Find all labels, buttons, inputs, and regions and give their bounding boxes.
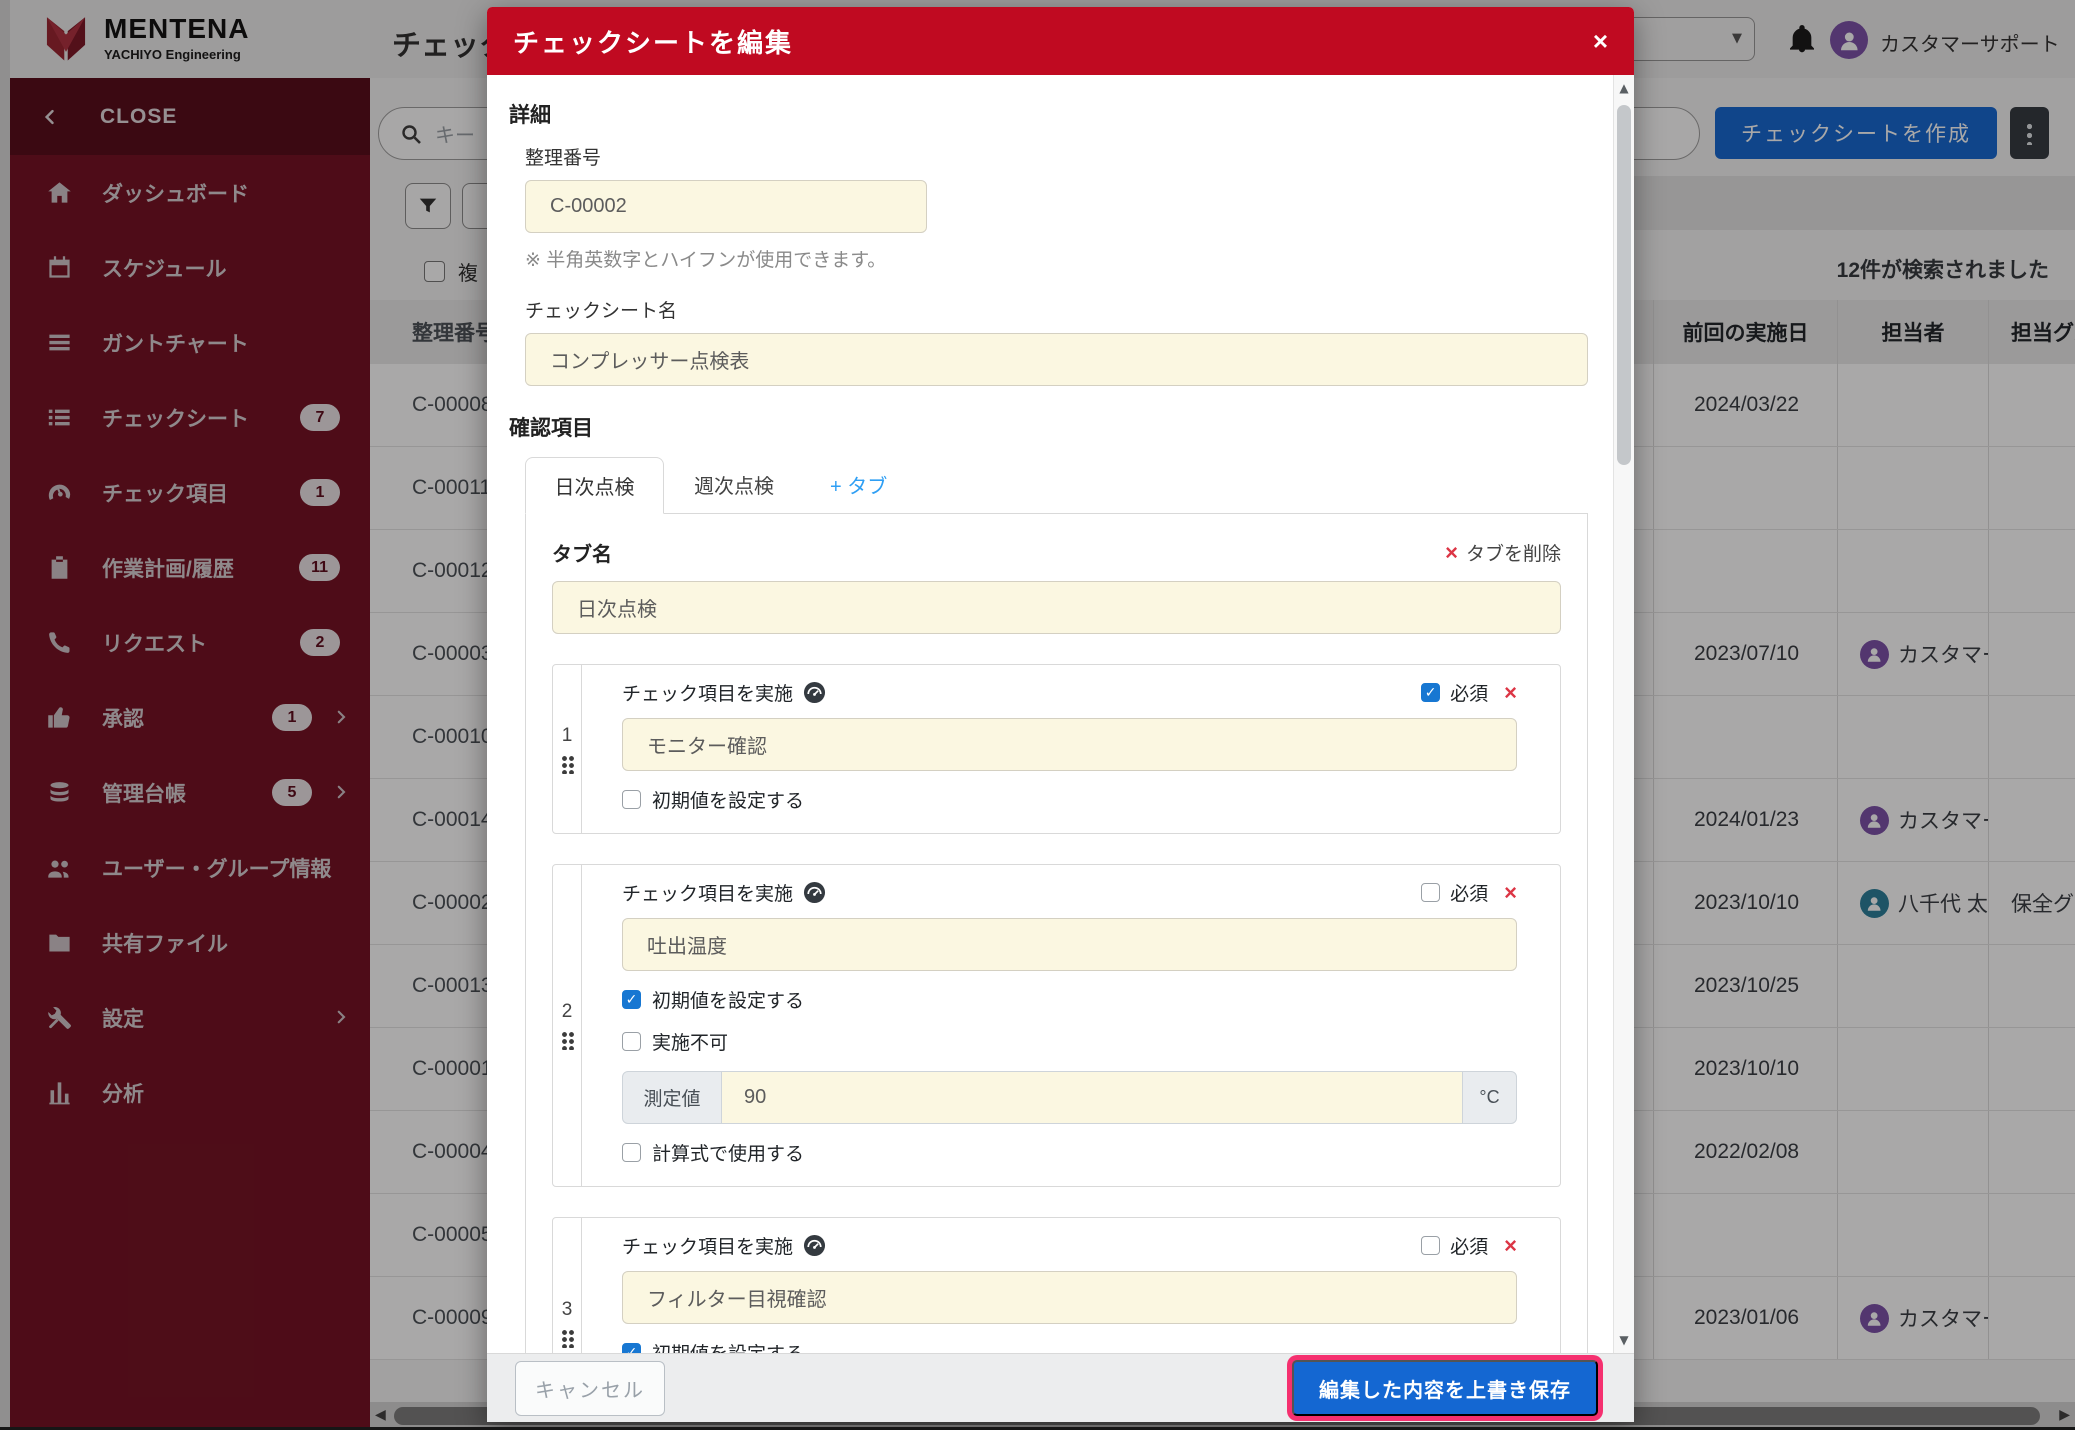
item-type-label: チェック項目を実施 bbox=[622, 1237, 794, 1258]
modal-body: 詳細 整理番号 C-00002 ※ 半角英数字とハイフンが使用できます。 チェッ… bbox=[487, 75, 1634, 1353]
required-checkbox[interactable] bbox=[1421, 1236, 1441, 1255]
id-note: ※ 半角英数字とハイフンが使用できます。 bbox=[525, 250, 887, 271]
modal-scrollbar[interactable]: ▲ ▼ bbox=[1613, 75, 1634, 1353]
drag-handle-icon[interactable] bbox=[560, 1328, 574, 1348]
modal-tabs: 日次点検 週次点検 + タブ bbox=[525, 456, 1589, 514]
modal-header: チェックシートを編集 × bbox=[487, 7, 1634, 75]
delete-item-icon[interactable]: × bbox=[1504, 881, 1517, 904]
item-number: 2 bbox=[561, 1001, 573, 1022]
id-label: 整理番号 bbox=[525, 148, 602, 169]
initial-value-checkbox[interactable] bbox=[622, 790, 641, 809]
measure-value-group: 測定値 90 °C bbox=[622, 1071, 1517, 1124]
delete-tab-link[interactable]: × タブを削除 bbox=[1445, 539, 1561, 566]
measure-unit: °C bbox=[1462, 1071, 1517, 1124]
item-number: 3 bbox=[561, 1298, 573, 1320]
close-icon[interactable]: × bbox=[1593, 28, 1608, 54]
app-screen: MENTENA YACHIYO Engineering チェックシート ▼ カス… bbox=[0, 0, 2075, 1430]
modal-title: チェックシートを編集 bbox=[513, 27, 794, 58]
add-tab-link[interactable]: + タブ bbox=[804, 456, 913, 513]
check-item-input[interactable]: 吐出温度 bbox=[622, 918, 1517, 971]
initial-value-checkbox[interactable]: ✓ bbox=[622, 990, 641, 1009]
not-executable-checkbox[interactable] bbox=[622, 1032, 641, 1051]
item-number: 1 bbox=[561, 724, 573, 746]
delete-icon: × bbox=[1445, 539, 1458, 565]
gauge-icon bbox=[803, 881, 826, 904]
save-button[interactable]: 編集した内容を上書き保存 bbox=[1292, 1360, 1598, 1416]
tab-name-input[interactable]: 日次点検 bbox=[552, 581, 1561, 634]
scroll-up-icon[interactable]: ▲ bbox=[1614, 81, 1634, 95]
check-item-card: 1 チェック項目を実施 ✓ 必須 × モニター確認 初期値を設定する bbox=[552, 664, 1561, 834]
gauge-icon bbox=[803, 681, 826, 704]
required-checkbox[interactable]: ✓ bbox=[1421, 683, 1441, 702]
tab-daily[interactable]: 日次点検 bbox=[525, 457, 664, 514]
drag-handle-icon[interactable] bbox=[560, 1031, 574, 1050]
tab-weekly[interactable]: 週次点検 bbox=[664, 456, 804, 513]
check-item-input[interactable]: モニター確認 bbox=[622, 718, 1517, 771]
check-item-card: 3 チェック項目を実施 必須 × フィルター目視確認 ✓ bbox=[552, 1217, 1561, 1353]
id-input[interactable]: C-00002 bbox=[525, 180, 927, 233]
item-type-label: チェック項目を実施 bbox=[622, 684, 794, 705]
name-label: チェックシート名 bbox=[525, 301, 678, 322]
scroll-down-icon[interactable]: ▼ bbox=[1614, 1333, 1634, 1347]
edit-checksheet-modal: チェックシートを編集 × 詳細 整理番号 C-00002 ※ 半角英数字とハイフ… bbox=[487, 7, 1634, 1422]
check-item-card: 2 チェック項目を実施 必須 × 吐出温度 ✓ 初期値を設定する 実施不可 測定… bbox=[552, 864, 1561, 1187]
gauge-icon bbox=[803, 1234, 826, 1257]
initial-value-checkbox[interactable]: ✓ bbox=[622, 1343, 641, 1353]
item-type-label: チェック項目を実施 bbox=[622, 884, 794, 905]
detail-section-heading: 詳細 bbox=[509, 104, 551, 127]
scrollbar-thumb[interactable] bbox=[1617, 105, 1631, 465]
name-input[interactable]: コンプレッサー点検表 bbox=[525, 333, 1588, 386]
drag-handle-icon[interactable] bbox=[560, 754, 574, 774]
required-checkbox[interactable] bbox=[1421, 883, 1441, 902]
delete-item-icon[interactable]: × bbox=[1504, 681, 1517, 704]
measure-input[interactable]: 90 bbox=[722, 1071, 1462, 1124]
tab-panel: タブ名 × タブを削除 日次点検 1 チェック項目を実施 ✓ 必須 × モニター… bbox=[525, 513, 1588, 1353]
delete-item-icon[interactable]: × bbox=[1504, 1234, 1517, 1257]
use-in-formula-checkbox[interactable] bbox=[622, 1143, 641, 1162]
modal-footer: キャンセル 編集した内容を上書き保存 bbox=[487, 1353, 1634, 1422]
measure-label: 測定値 bbox=[622, 1071, 722, 1124]
cancel-button[interactable]: キャンセル bbox=[515, 1360, 665, 1416]
items-section-heading: 確認項目 bbox=[509, 417, 593, 440]
check-item-input[interactable]: フィルター目視確認 bbox=[622, 1271, 1517, 1324]
tab-name-label: タブ名 bbox=[552, 544, 612, 566]
